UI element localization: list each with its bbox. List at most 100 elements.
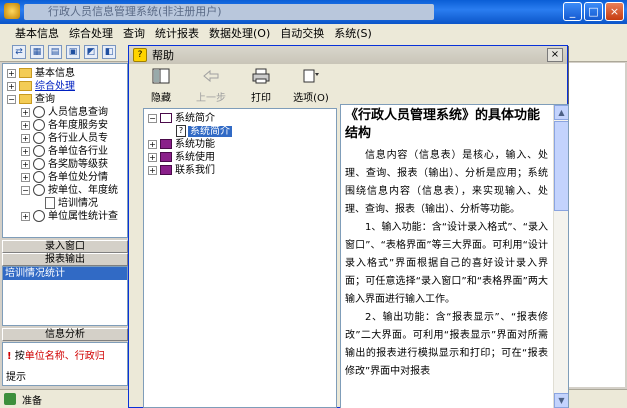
hint-label: 提示 (6, 372, 26, 383)
tree-item-person-query[interactable]: + 人员信息查询 (21, 106, 108, 119)
export-icon[interactable]: ⇄ (12, 44, 26, 59)
menu-reports[interactable]: 统计报表 (150, 25, 204, 41)
help-paragraph: 2、输出功能：含“报表显示”、“报表修改”二大界面。可利用“报表显示”界面对所需… (345, 312, 548, 377)
tree-item-training[interactable]: 培训情况 (45, 197, 98, 210)
entry-window-bar[interactable]: 录入窗口 (2, 240, 128, 253)
expand-icon[interactable]: + (21, 172, 30, 182)
tree-item-processing[interactable]: + 综合处理 (7, 80, 75, 93)
collapse-icon[interactable]: − (148, 113, 157, 123)
expand-icon[interactable]: + (148, 139, 157, 149)
info-prefix: 按 (14, 351, 25, 362)
toc-item-functions[interactable]: + 系统功能 (148, 138, 215, 151)
tree-item-unit-industry[interactable]: + 各单位各行业 (21, 145, 108, 158)
expand-icon[interactable]: + (7, 68, 16, 78)
query-icon (33, 184, 45, 196)
help-dialog: ? 帮助 × 隐藏 上一步 打印 选项(O) − 系统简介 ? 系统简介 + 系统功能 (128, 45, 569, 408)
expand-icon[interactable]: + (21, 120, 30, 130)
tree-item-discipline[interactable]: + 各单位处分情 (21, 171, 108, 184)
status-icon (4, 393, 16, 405)
toc-item-overview-page[interactable]: ? 系统简介 (176, 125, 232, 138)
report-list[interactable]: 培训情况统计 (2, 266, 128, 326)
chart-icon[interactable]: ◩ (84, 44, 98, 59)
help-contents-tree[interactable]: − 系统简介 ? 系统简介 + 系统功能 + 系统使用 + 联系我们 (143, 108, 337, 408)
expand-icon[interactable]: + (21, 211, 30, 221)
scroll-thumb[interactable] (554, 121, 568, 211)
help-scrollbar[interactable]: ▲ ▼ (553, 105, 568, 408)
tree-item-award-level[interactable]: + 各奖励等级获 (21, 158, 108, 171)
status-text: 准备 (22, 395, 42, 407)
menu-data[interactable]: 数据处理(O) (204, 25, 275, 41)
document-icon (45, 197, 55, 209)
open-book-icon (160, 113, 172, 123)
expand-icon[interactable]: + (148, 152, 157, 162)
query-icon (33, 132, 45, 144)
help-toolbar: 隐藏 上一步 打印 选项(O) (129, 64, 567, 104)
expand-icon[interactable]: + (21, 159, 30, 169)
tree-item-basic-info[interactable]: + 基本信息 (7, 67, 75, 80)
maximize-button[interactable]: □ (584, 2, 603, 21)
folder-icon (19, 68, 32, 78)
help-heading: 《行政人员管理系统》的具体功能结构 (345, 108, 541, 141)
image-icon[interactable]: ▣ (66, 44, 80, 59)
menu-system[interactable]: 系统(S) (329, 25, 377, 41)
hide-icon (152, 68, 170, 84)
help-content-pane[interactable]: 《行政人员管理系统》的具体功能结构 信息内容（信息表）是核心，输入、处理、查询、… (340, 104, 569, 408)
folder-open-icon (19, 94, 32, 104)
tree-item-industry-staff[interactable]: + 各行业人员专 (21, 132, 108, 145)
query-icon (33, 145, 45, 157)
tree-item-query[interactable]: − 查询 (7, 93, 55, 106)
print-button[interactable]: 打印 (239, 68, 283, 104)
menu-auto-exchange[interactable]: 自动交换 (275, 25, 329, 41)
menu-processing[interactable]: 综合处理 (64, 25, 118, 41)
info-highlight: 单位名称、行政归 (24, 351, 105, 362)
toc-item-overview[interactable]: − 系统简介 (148, 112, 215, 125)
expand-icon[interactable]: + (148, 165, 157, 175)
list-item-training-stats[interactable]: 培训情况统计 (3, 267, 127, 280)
report-output-bar[interactable]: 报表输出 (2, 253, 128, 266)
help-icon: ? (133, 48, 147, 62)
navigation-tree[interactable]: + 基本信息 + 综合处理 − 查询 + 人员信息查询 + 各年度服务安 + 各行业人员专 … (2, 63, 128, 238)
help-title: 帮助 (152, 49, 174, 62)
back-button[interactable]: 上一步 (189, 68, 233, 104)
info-panel: ! 按单位名称、行政归 提示 (2, 342, 128, 386)
table-icon[interactable]: ▤ (48, 44, 62, 59)
query-icon (33, 210, 45, 222)
book-icon (160, 139, 172, 149)
query-icon (33, 119, 45, 131)
menu-bar: 基本信息 综合处理 查询 统计报表 数据处理(O) 自动交换 系统(S) (0, 24, 627, 42)
tree-item-by-unit-year[interactable]: − 按单位、年度统 (21, 184, 118, 197)
warning-icon: ! (7, 351, 12, 362)
help-page-icon: ? (176, 125, 186, 137)
help-titlebar: ? 帮助 × (129, 46, 567, 64)
app-icon (4, 3, 20, 19)
book-icon (160, 165, 172, 175)
app-icon[interactable]: ◧ (102, 44, 116, 59)
folder-icon (19, 81, 32, 91)
tree-item-unit-attribute[interactable]: + 单位属性统计查 (21, 210, 118, 223)
grid-icon[interactable]: ▦ (30, 44, 44, 59)
expand-icon[interactable]: + (21, 146, 30, 156)
info-analysis-bar[interactable]: 信息分析 (2, 328, 128, 341)
minimize-button[interactable]: _ (563, 2, 582, 21)
book-icon (160, 152, 172, 162)
query-icon (33, 171, 45, 183)
menu-basic-info[interactable]: 基本信息 (10, 25, 64, 41)
options-icon (303, 69, 319, 83)
expand-icon[interactable]: + (21, 133, 30, 143)
toc-item-contact[interactable]: + 联系我们 (148, 164, 215, 177)
hide-button[interactable]: 隐藏 (139, 68, 183, 104)
help-close-button[interactable]: × (547, 48, 563, 62)
collapse-icon[interactable]: − (7, 94, 16, 104)
expand-icon[interactable]: + (7, 81, 16, 91)
close-button[interactable]: × (605, 2, 624, 21)
help-paragraph: 信息内容（信息表）是核心，输入、处理、查询、报表（输出）、分析是应用；系统围绕信… (345, 150, 548, 215)
scroll-down-icon[interactable]: ▼ (554, 393, 568, 408)
toc-item-usage[interactable]: + 系统使用 (148, 151, 215, 164)
menu-query[interactable]: 查询 (118, 25, 150, 41)
back-arrow-icon (203, 69, 219, 83)
expand-icon[interactable]: + (21, 107, 30, 117)
tree-item-yearly-service[interactable]: + 各年度服务安 (21, 119, 108, 132)
collapse-icon[interactable]: − (21, 185, 30, 195)
scroll-up-icon[interactable]: ▲ (554, 105, 568, 120)
options-button[interactable]: 选项(O) (289, 68, 333, 104)
